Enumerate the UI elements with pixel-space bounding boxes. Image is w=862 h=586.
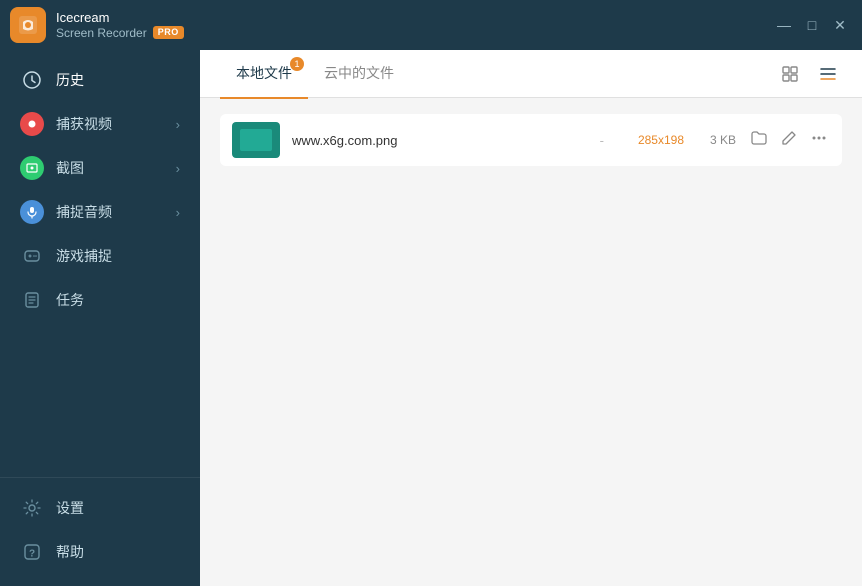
sidebar-item-capture-audio[interactable]: 捕捉音频 › [0,190,200,234]
help-icon: ? [20,540,44,564]
local-files-badge: 1 [290,57,304,71]
sidebar-item-task[interactable]: 任务 [0,278,200,322]
chevron-right-icon: › [176,117,180,132]
title-bar: Icecream Screen Recorder PRO — □ ✕ [0,0,862,50]
tab-local-files[interactable]: 本地文件 1 [220,50,308,99]
list-view-button[interactable] [814,60,842,88]
clock-icon [20,68,44,92]
file-size: 3 KB [696,133,736,147]
tabs-bar: 本地文件 1 云中的文件 [200,50,862,98]
file-list: www.x6g.com.png - 285x198 3 KB [200,98,862,586]
edit-button[interactable] [778,127,800,153]
game-capture-icon [20,244,44,268]
table-row: www.x6g.com.png - 285x198 3 KB [220,114,842,166]
tabs-left: 本地文件 1 云中的文件 [220,50,410,99]
sidebar-item-help[interactable]: ? 帮助 [0,530,200,574]
chevron-right-icon: › [176,161,180,176]
app-title-line1: Icecream [56,10,184,26]
help-label: 帮助 [56,542,84,562]
screenshot-icon [20,156,44,180]
game-capture-label: 游戏捕捉 [56,246,112,266]
maximize-button[interactable]: □ [802,15,822,35]
sidebar-bottom: 设置 ? 帮助 [0,477,200,586]
app-branding: Icecream Screen Recorder PRO [10,7,184,43]
sidebar-top: 历史 捕获视频 › [0,50,200,477]
app-title-line2: Screen Recorder [56,26,147,40]
capture-audio-icon [20,200,44,224]
sidebar-item-game-capture[interactable]: 游戏捕捉 [0,234,200,278]
grid-view-button[interactable] [776,60,804,88]
content-area: 本地文件 1 云中的文件 [200,50,862,586]
task-label: 任务 [56,290,84,310]
file-actions [748,127,830,153]
sidebar-item-capture-video[interactable]: 捕获视频 › [0,102,200,146]
sidebar: 历史 捕获视频 › [0,50,200,586]
app-logo [10,7,46,43]
window-controls: — □ ✕ [774,15,850,35]
sidebar-item-settings[interactable]: 设置 [0,486,200,530]
minimize-button[interactable]: — [774,15,794,35]
capture-audio-label: 捕捉音频 [56,202,112,222]
history-label: 历史 [56,70,84,90]
open-folder-button[interactable] [748,127,770,153]
tab-cloud-files[interactable]: 云中的文件 [308,50,410,99]
thumbnail-image [240,129,272,151]
file-name: www.x6g.com.png [292,133,580,148]
tabs-right [776,60,842,88]
settings-icon [20,496,44,520]
sidebar-item-history[interactable]: 历史 [0,58,200,102]
app-title-block: Icecream Screen Recorder PRO [56,10,184,40]
sidebar-item-screenshot[interactable]: 截图 › [0,146,200,190]
main-layout: 历史 捕获视频 › [0,50,862,586]
more-options-button[interactable] [808,127,830,153]
capture-video-label: 捕获视频 [56,114,112,134]
chevron-right-icon: › [176,205,180,220]
app-subtitle-row: Screen Recorder PRO [56,26,184,40]
pro-badge: PRO [153,26,184,39]
screenshot-label: 截图 [56,158,84,178]
file-separator: - [600,133,604,148]
capture-video-icon [20,112,44,136]
file-dimensions: 285x198 [624,133,684,147]
task-icon [20,288,44,312]
close-button[interactable]: ✕ [830,15,850,35]
settings-label: 设置 [56,498,84,518]
svg-text:?: ? [29,549,35,560]
file-thumbnail [232,122,280,158]
